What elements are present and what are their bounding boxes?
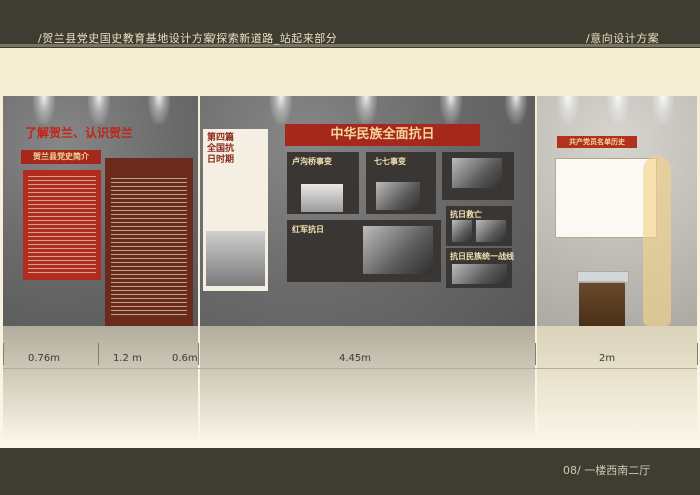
box-1-title: 卢沟桥事变 xyxy=(292,157,332,166)
side-panel: 第四篇 全国抗日时期 xyxy=(203,129,268,291)
header-right-label: /意向设计方案 xyxy=(586,32,660,45)
box-2-title: 七七事变 xyxy=(374,157,406,166)
header-breadcrumb-1: /贺兰县党史国史教育基地设计方案 xyxy=(38,32,215,45)
box-2: 七七事变 xyxy=(366,152,436,214)
dim-label-1: 0.76m xyxy=(28,353,61,364)
header-breadcrumb-2: /探索新道路_站起来部分 xyxy=(212,32,338,45)
right-wall: 共产党员名单历史 xyxy=(537,96,697,326)
left-wall-title: 了解贺兰、认识贺兰 xyxy=(25,126,134,140)
floor-reflection-middle xyxy=(200,326,535,441)
dim-label-5: 2m xyxy=(599,353,616,364)
box-1: 卢沟桥事变 xyxy=(287,152,359,214)
box-5: 红军抗日 xyxy=(287,220,441,282)
left-wall: 了解贺兰、认识贺兰 贺兰县党史简介 xyxy=(3,96,198,326)
side-panel-title: 第四篇 全国抗日时期 xyxy=(207,133,235,165)
roster-board xyxy=(555,158,657,238)
intro-text-panel xyxy=(23,170,101,280)
dim-label-2: 1.2 m xyxy=(113,353,142,364)
box-4: 抗日救亡 xyxy=(446,206,512,246)
box-3 xyxy=(442,152,514,200)
middle-banner: 中华民族全面抗日 xyxy=(285,124,480,146)
floor-reflection-left xyxy=(3,326,198,441)
left-wall-subtitle: 贺兰县党史简介 xyxy=(21,150,101,164)
dimension-line xyxy=(3,368,697,369)
box-6-title: 抗日民族统一战线 xyxy=(450,252,514,261)
floor-reflection-right xyxy=(537,326,697,441)
visitor-silhouette xyxy=(643,156,671,326)
display-case xyxy=(577,271,629,326)
dim-label-3: 0.6m xyxy=(172,353,198,364)
history-text-panel xyxy=(105,158,193,326)
right-wall-title: 共产党员名单历史 xyxy=(557,136,637,148)
box-5-title: 红军抗日 xyxy=(292,225,324,234)
box-4-title: 抗日救亡 xyxy=(450,210,482,219)
page-label: 08/ 一楼西南二厅 xyxy=(563,464,651,477)
box-6: 抗日民族统一战线 xyxy=(446,248,514,288)
dim-label-4: 4.45m xyxy=(339,353,372,364)
middle-wall: 第四篇 全国抗日时期 中华民族全面抗日 卢沟桥事变 七七事变 抗日救亡 红军抗日… xyxy=(200,96,535,326)
